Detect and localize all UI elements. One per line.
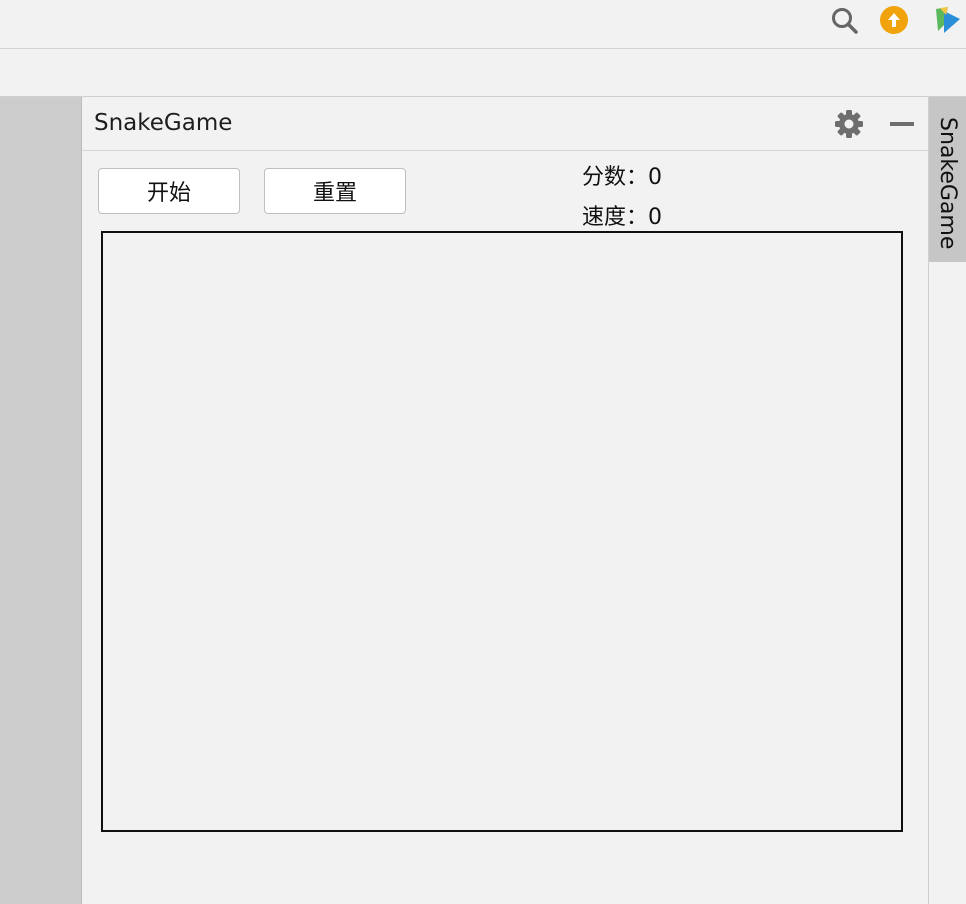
score-label: 分数： [582, 165, 649, 190]
panel-title: SnakeGame [94, 110, 233, 136]
panel-header: SnakeGame [82, 97, 928, 151]
plugin-logo-icon[interactable] [932, 5, 962, 35]
top-toolbar [0, 0, 966, 49]
gear-icon[interactable] [834, 109, 864, 139]
editor-gutter [0, 97, 82, 904]
right-tool-strip: SnakeGame [929, 97, 966, 904]
speed-value: 0 [648, 205, 663, 230]
speed-display: 速度：0 [582, 199, 662, 231]
score-value: 0 [648, 165, 663, 190]
score-display: 分数：0 [582, 159, 662, 191]
minimize-icon[interactable] [890, 122, 914, 126]
snake-game-tool-window: SnakeGame 开始 重置 分数：0 速度：0 [82, 97, 929, 904]
side-tab-snakegame[interactable]: SnakeGame [929, 97, 966, 262]
game-board[interactable] [101, 231, 903, 832]
search-icon[interactable] [829, 5, 859, 35]
speed-label: 速度： [582, 205, 649, 230]
editor-tab-bar [0, 49, 966, 97]
update-icon[interactable] [879, 5, 909, 35]
reset-button[interactable]: 重置 [264, 168, 406, 214]
side-tab-label: SnakeGame [935, 117, 960, 250]
start-button[interactable]: 开始 [98, 168, 240, 214]
